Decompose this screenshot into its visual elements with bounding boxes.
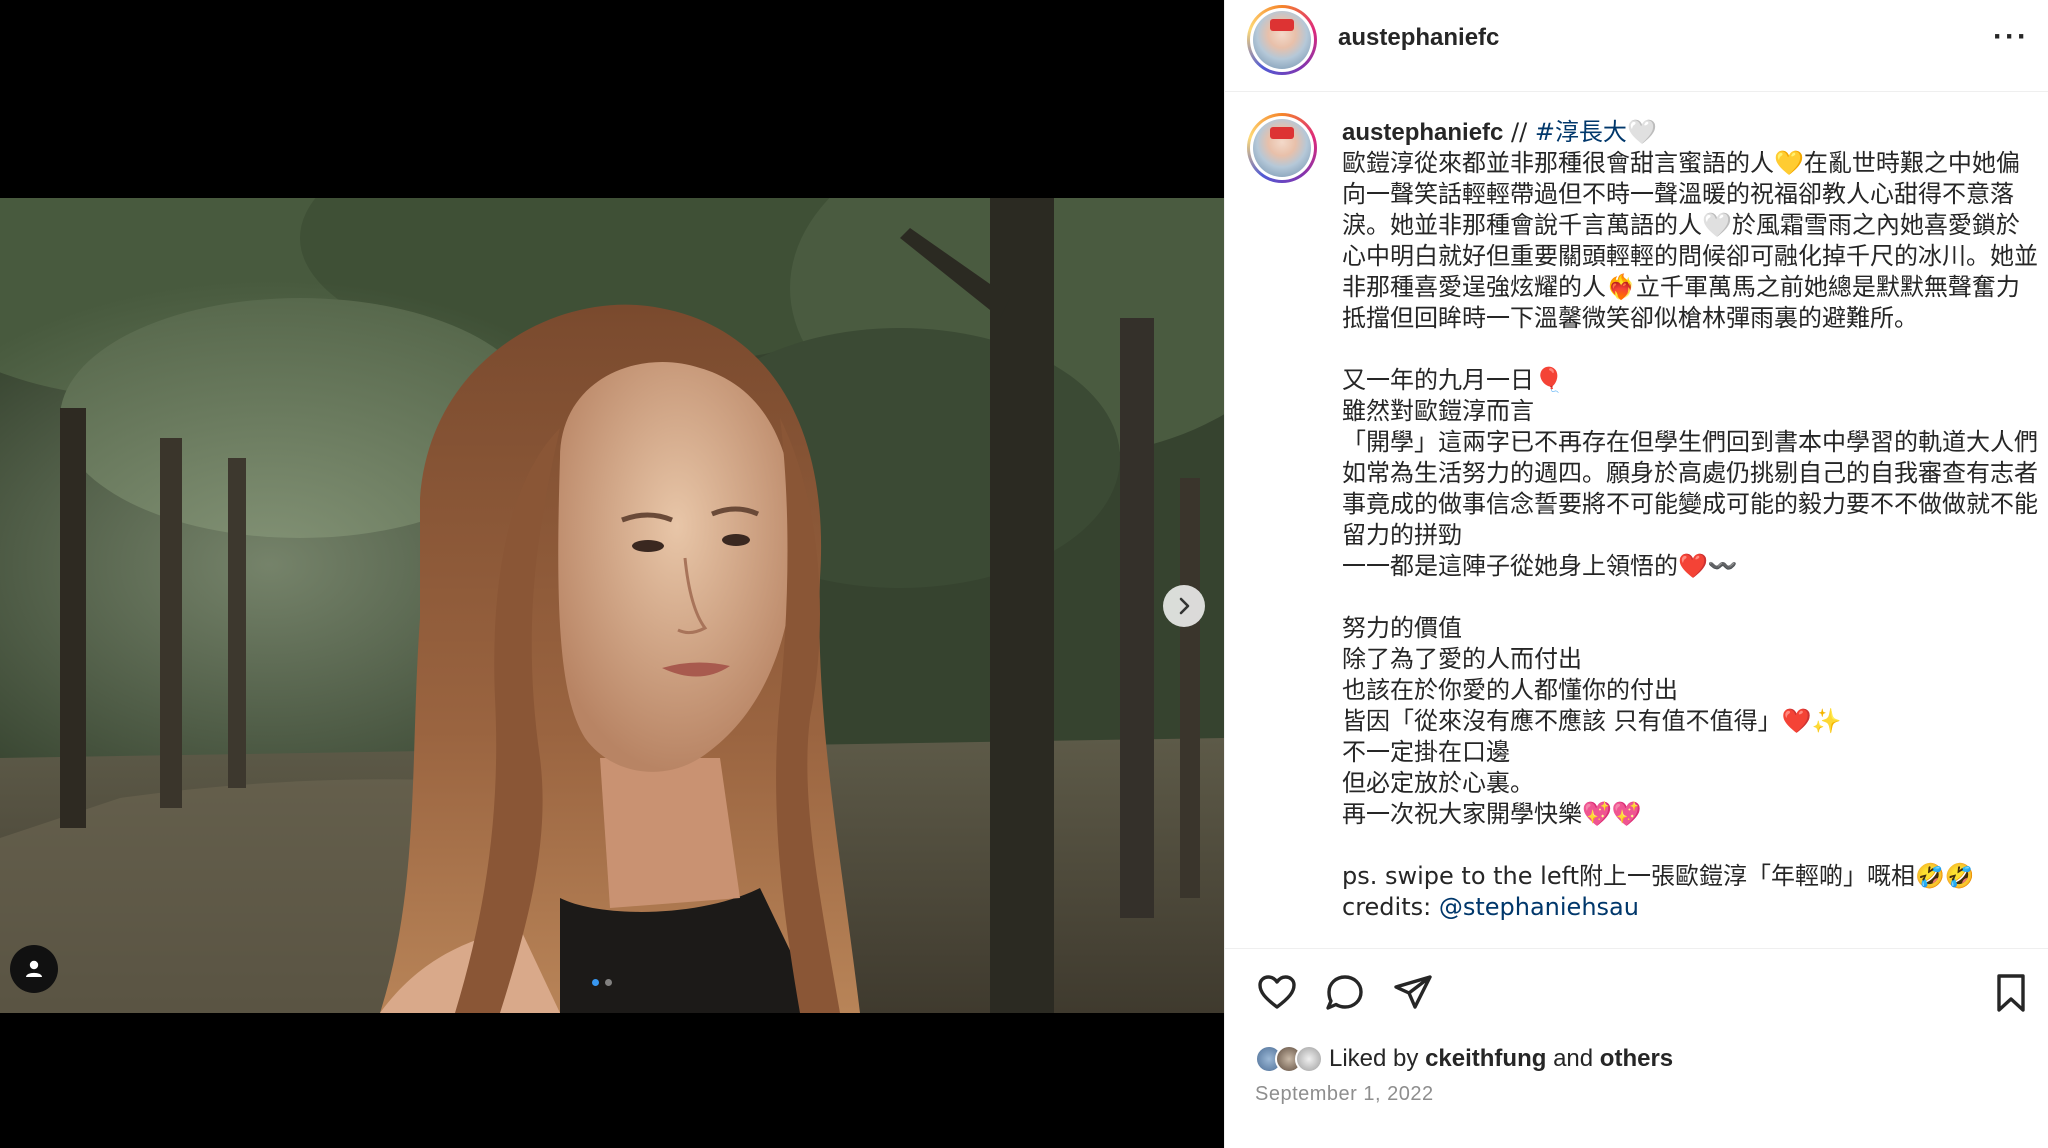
liker-avatar (1295, 1045, 1323, 1073)
author-username-link[interactable]: austephaniefc (1338, 24, 1499, 52)
user-tag-icon (26, 960, 42, 977)
caption-line: ps. swipe to the left附上一張歐鎧淳「年輕啲」嘅相🤣🤣 (1342, 862, 1975, 890)
caption-credits: credits: @stephaniehsau (1342, 892, 2042, 923)
caption-line: 努力的價值 (1342, 614, 1462, 642)
post-media-viewer (0, 0, 1224, 1148)
post-side-panel: austephaniefc ··· austephaniefc // #淳長大🤍… (1224, 0, 2048, 1148)
photo-illustration (0, 198, 1224, 1013)
liked-by-user-link[interactable]: ckeithfung (1425, 1045, 1546, 1072)
hashtag-emoji: 🤍 (1626, 118, 1657, 146)
caption-paragraph: 歐鎧淳從來都並非那種很會甜言蜜語的人💛在亂世時艱之中她偏向一聲笑話輕輕帶過但不時… (1342, 149, 2038, 332)
caption-scroll-area[interactable]: austephaniefc // #淳長大🤍 歐鎧淳從來都並非那種很會甜言蜜語的… (1225, 93, 2048, 948)
carousel-indicator (592, 979, 612, 986)
more-horizontal-icon: ··· (1993, 20, 2029, 53)
caption-line: 再一次祝大家開學快樂💖💖 (1342, 800, 1642, 828)
caption-line: 不一定掛在口邊 (1342, 738, 1510, 766)
likes-summary[interactable]: Liked by ckeithfung and others (1255, 1045, 1673, 1073)
liker-avatars (1255, 1045, 1323, 1073)
caption-author-avatar[interactable] (1247, 113, 1317, 183)
caption-line: 也該在於你愛的人都懂你的付出 (1342, 676, 1678, 704)
carousel-dot (592, 979, 599, 986)
caption-line: 又一年的九月一日🎈 (1342, 366, 1564, 394)
liked-by-others-link[interactable]: others (1600, 1045, 1673, 1072)
liked-by-prefix: Liked by (1329, 1045, 1426, 1072)
caption-separator: // (1503, 118, 1535, 146)
caption-username-link[interactable]: austephaniefc (1342, 119, 1503, 146)
credits-user-link[interactable]: @stephaniehsau (1439, 893, 1639, 921)
chevron-right-icon (1179, 597, 1190, 615)
caption-line: 雖然對歐鎧淳而言 (1342, 397, 1534, 425)
author-avatar[interactable] (1247, 5, 1317, 75)
caption-line: 除了為了愛的人而付出 (1342, 645, 1582, 673)
post-photo[interactable] (0, 198, 1224, 1013)
share-paper-plane-icon[interactable] (1391, 971, 1435, 1015)
caption-line: 但必定放於心裏。 (1342, 769, 1534, 797)
credits-label: credits: (1342, 893, 1439, 921)
post-date[interactable]: September 1, 2022 (1255, 1083, 1434, 1106)
liked-by-and: and (1546, 1045, 1600, 1072)
post-caption: austephaniefc // #淳長大🤍 歐鎧淳從來都並非那種很會甜言蜜語的… (1342, 117, 2042, 923)
more-options-button[interactable]: ··· (1993, 22, 2029, 52)
heart-icon[interactable] (1255, 971, 1299, 1015)
carousel-dot (605, 979, 612, 986)
hashtag-link[interactable]: #淳長大 (1535, 118, 1627, 146)
tagged-users-button[interactable] (10, 945, 58, 993)
comment-icon[interactable] (1323, 971, 1367, 1015)
bookmark-icon[interactable] (1989, 971, 2033, 1015)
carousel-next-button[interactable] (1163, 585, 1205, 627)
caption-line: 一一都是這陣子從她身上領悟的❤️〰️ (1342, 552, 1738, 580)
post-header: austephaniefc ··· (1225, 0, 2048, 92)
caption-paragraph: 「開學」這兩字已不再存在但學生們回到書本中學習的軌道大人們如常為生活努力的週四。… (1342, 428, 2038, 549)
caption-line: 皆因「從來沒有應不應該 只有值不值得」❤️✨ (1342, 707, 1842, 735)
likes-text: Liked by ckeithfung and others (1329, 1045, 1673, 1073)
